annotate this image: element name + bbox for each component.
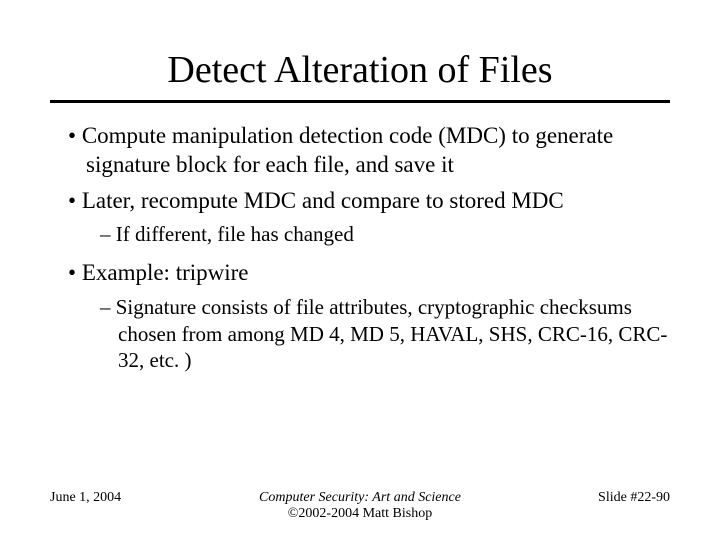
footer-copyright: ©2002-2004 Matt Bishop (180, 506, 540, 522)
title-rule (50, 100, 670, 103)
footer-book-title: Computer Security: Art and Science (259, 490, 461, 505)
bullet-item: Example: tripwire (68, 258, 670, 287)
footer-slide-number: Slide #22-90 (540, 490, 670, 506)
slide-title: Detect Alteration of Files (50, 48, 670, 92)
sub-bullet-list: Signature consists of file attributes, c… (68, 294, 670, 375)
footer: June 1, 2004 Computer Security: Art and … (50, 490, 670, 522)
bullet-list: Compute manipulation detection code (MDC… (50, 121, 670, 374)
bullet-item: Later, recompute MDC and compare to stor… (68, 186, 670, 215)
footer-date: June 1, 2004 (50, 490, 180, 506)
sub-bullet-item: Signature consists of file attributes, c… (100, 294, 670, 375)
sub-bullet-list: If different, file has changed (68, 221, 670, 248)
footer-center: Computer Security: Art and Science ©2002… (180, 490, 540, 522)
bullet-item: Compute manipulation detection code (MDC… (68, 121, 670, 180)
slide: Detect Alteration of Files Compute manip… (0, 0, 720, 540)
sub-bullet-item: If different, file has changed (100, 221, 670, 248)
